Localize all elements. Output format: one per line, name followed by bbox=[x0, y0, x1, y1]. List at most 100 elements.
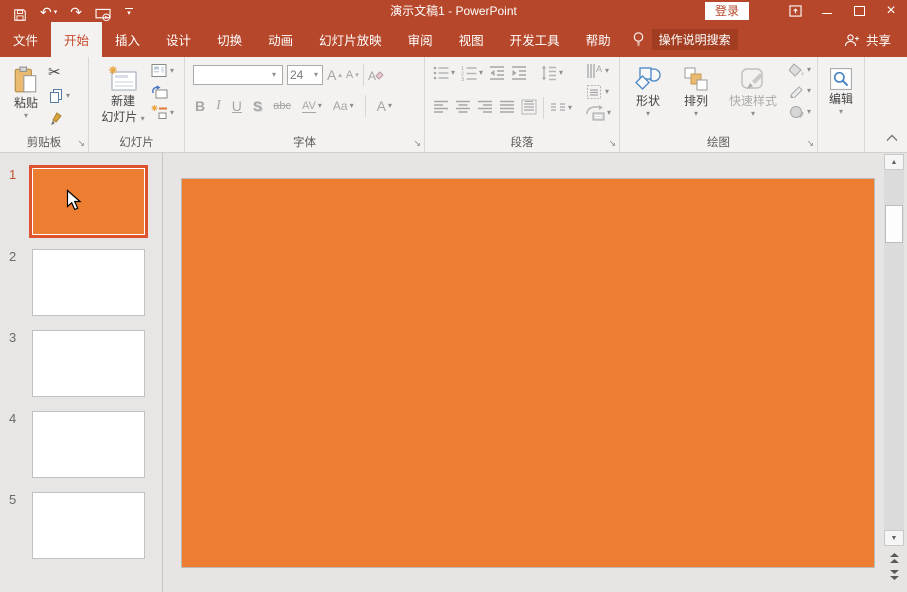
font-color-button[interactable]: A▾ bbox=[377, 98, 392, 114]
text-direction-caret[interactable]: ▾ bbox=[605, 67, 609, 75]
font-dialog-launcher[interactable]: ↘ bbox=[413, 139, 421, 148]
shape-fill-caret[interactable]: ▾ bbox=[807, 66, 811, 74]
arrange-button[interactable]: 排列 ▾ bbox=[674, 61, 718, 152]
increase-indent-button[interactable] bbox=[511, 65, 527, 81]
tab-developer[interactable]: 开发工具 bbox=[497, 22, 573, 57]
undo-button[interactable]: ↶▾ bbox=[40, 0, 57, 22]
align-center-button[interactable] bbox=[455, 99, 471, 118]
decrease-indent-button[interactable] bbox=[489, 65, 505, 81]
grow-font-button[interactable]: A▴ bbox=[327, 67, 342, 83]
distribute-text-button[interactable] bbox=[521, 99, 537, 118]
text-shadow-button[interactable]: S bbox=[253, 98, 262, 114]
tell-me[interactable]: 操作说明搜索 bbox=[632, 22, 738, 57]
shape-outline-button[interactable]: ▾ bbox=[789, 84, 811, 98]
text-direction-button[interactable]: A ▾ bbox=[586, 63, 609, 79]
italic-button[interactable]: I bbox=[216, 98, 221, 114]
tab-file[interactable]: 文件 bbox=[0, 22, 51, 57]
font-name-caret[interactable]: ▾ bbox=[272, 71, 276, 79]
tab-design[interactable]: 设计 bbox=[153, 22, 204, 57]
font-name-combo[interactable]: ▾ bbox=[193, 65, 283, 85]
convert-smartart-caret[interactable]: ▾ bbox=[607, 109, 611, 117]
tab-home[interactable]: 开始 bbox=[51, 22, 102, 57]
tab-insert[interactable]: 插入 bbox=[102, 22, 153, 57]
slide-canvas[interactable] bbox=[181, 178, 875, 568]
tab-help[interactable]: 帮助 bbox=[573, 22, 624, 57]
tab-transitions[interactable]: 切换 bbox=[204, 22, 255, 57]
columns-button[interactable]: ▾ bbox=[550, 100, 572, 116]
line-spacing-button[interactable]: ▾ bbox=[541, 65, 563, 81]
tell-me-searchbox[interactable]: 操作说明搜索 bbox=[652, 29, 738, 50]
save-button[interactable] bbox=[13, 0, 27, 22]
line-spacing-caret[interactable]: ▾ bbox=[559, 69, 563, 77]
numbering-button[interactable]: 123 ▾ bbox=[461, 65, 483, 81]
paste-button[interactable]: 粘贴 ▾ bbox=[6, 61, 46, 120]
format-painter-button[interactable] bbox=[48, 111, 64, 127]
underline-button[interactable]: U bbox=[232, 98, 242, 114]
close-button[interactable]: × bbox=[875, 0, 907, 22]
columns-caret[interactable]: ▾ bbox=[568, 104, 572, 112]
font-size-caret[interactable]: ▾ bbox=[314, 71, 318, 79]
scroll-down-button[interactable]: ▼ bbox=[884, 530, 904, 546]
reset-slide-button[interactable] bbox=[151, 84, 174, 99]
justify-button[interactable] bbox=[499, 99, 515, 118]
scrollbar-thumb[interactable] bbox=[885, 205, 903, 243]
quick-styles-button[interactable]: 快速样式 ▾ bbox=[722, 61, 784, 152]
shape-fill-button[interactable]: ▾ bbox=[789, 63, 811, 77]
slide-thumbnail-5[interactable] bbox=[32, 492, 145, 559]
character-spacing-button[interactable]: AV▾ bbox=[302, 100, 322, 113]
slide-thumbnail-1[interactable] bbox=[29, 165, 148, 238]
paragraph-dialog-launcher[interactable]: ↘ bbox=[608, 139, 616, 148]
editing-button[interactable]: 编辑 ▾ bbox=[824, 63, 858, 116]
new-slide-button[interactable]: 新建 幻灯片 ▾ bbox=[97, 61, 149, 124]
cut-button[interactable]: ✂ bbox=[48, 63, 61, 81]
drawing-dialog-launcher[interactable]: ↘ bbox=[806, 139, 814, 148]
font-size-combo[interactable]: ▾ bbox=[287, 65, 323, 85]
bullets-caret[interactable]: ▾ bbox=[451, 69, 455, 77]
ribbon-display-options-button[interactable] bbox=[779, 0, 811, 22]
next-slide-button[interactable] bbox=[887, 569, 901, 581]
start-slideshow-button[interactable] bbox=[95, 0, 112, 22]
tab-review[interactable]: 审阅 bbox=[395, 22, 446, 57]
tab-view[interactable]: 视图 bbox=[446, 22, 497, 57]
shapes-button[interactable]: 形状 ▾ bbox=[626, 61, 670, 152]
align-left-button[interactable] bbox=[433, 99, 449, 118]
copy-dropdown-caret[interactable]: ▾ bbox=[66, 92, 70, 100]
tab-animations[interactable]: 动画 bbox=[255, 22, 306, 57]
shrink-font-button[interactable]: A▾ bbox=[346, 69, 359, 81]
align-text-button[interactable]: ▾ bbox=[586, 84, 609, 100]
share-button[interactable]: 共享 bbox=[844, 22, 907, 57]
change-case-button[interactable]: Aa▾ bbox=[333, 99, 354, 113]
previous-slide-button[interactable] bbox=[887, 552, 901, 564]
clear-formatting-button[interactable]: A bbox=[368, 68, 384, 83]
numbering-caret[interactable]: ▾ bbox=[479, 69, 483, 77]
slide-thumbnail-2[interactable] bbox=[32, 249, 145, 316]
tab-slideshow[interactable]: 幻灯片放映 bbox=[306, 22, 395, 57]
section-button[interactable]: ▾ bbox=[151, 105, 174, 120]
maximize-button[interactable] bbox=[843, 0, 875, 22]
login-button[interactable]: 登录 bbox=[705, 2, 749, 20]
shape-effects-caret[interactable]: ▾ bbox=[807, 108, 811, 116]
scroll-up-button[interactable]: ▲ bbox=[884, 154, 904, 170]
collapse-ribbon-button[interactable] bbox=[886, 131, 898, 145]
slide-layout-button[interactable]: ▾ bbox=[151, 63, 174, 78]
slide-thumbnail-panel[interactable]: 1 2 3 4 5 bbox=[0, 153, 163, 592]
bullets-button[interactable]: ▾ bbox=[433, 65, 455, 81]
strikethrough-button[interactable]: abc bbox=[273, 100, 291, 112]
align-right-button[interactable] bbox=[477, 99, 493, 118]
slide-thumbnail-3[interactable] bbox=[32, 330, 145, 397]
convert-smartart-button[interactable]: ▾ bbox=[586, 105, 611, 121]
clipboard-dialog-launcher[interactable]: ↘ bbox=[77, 139, 85, 148]
shape-effects-button[interactable]: ▾ bbox=[789, 105, 811, 119]
minimize-button[interactable] bbox=[811, 0, 843, 22]
vertical-scrollbar[interactable]: ▲ ▼ bbox=[884, 153, 904, 592]
undo-dropdown-caret[interactable]: ▾ bbox=[54, 4, 58, 22]
slide-thumbnail-4[interactable] bbox=[32, 411, 145, 478]
copy-button[interactable]: ▾ bbox=[48, 88, 70, 104]
redo-button[interactable]: ↷ bbox=[70, 0, 82, 22]
customize-qat-button[interactable]: ▾ bbox=[125, 0, 133, 22]
bold-button[interactable]: B bbox=[195, 98, 205, 114]
align-text-caret[interactable]: ▾ bbox=[605, 88, 609, 96]
shape-outline-caret[interactable]: ▾ bbox=[807, 87, 811, 95]
font-name-input[interactable] bbox=[194, 68, 272, 82]
font-size-input[interactable] bbox=[288, 68, 314, 82]
